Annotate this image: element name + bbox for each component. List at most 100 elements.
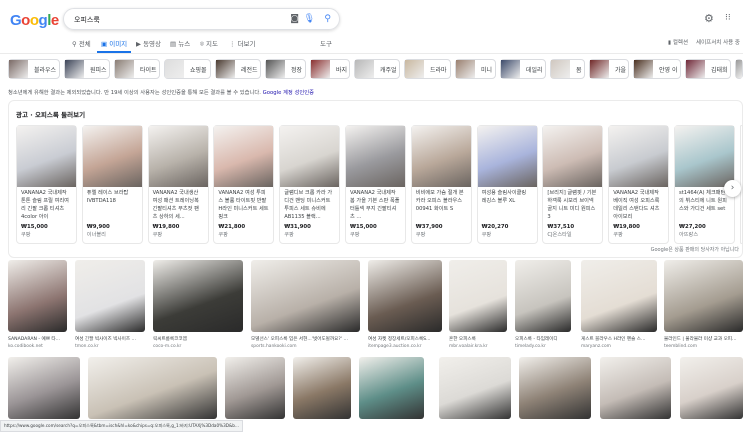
chip-thumbnail: [115, 60, 134, 78]
chip[interactable]: 블라우스: [8, 59, 60, 79]
safesearch-notice: 청소년에게 유해한 결과는 제외되었습니다. 만 19세 이상의 사용자는 성인…: [8, 88, 314, 96]
chip[interactable]: 봄: [550, 59, 585, 79]
image-caption[interactable]: SANADARAN - 예쁘 타...: [8, 336, 60, 342]
product-card[interactable]: 글램디브 크롭 카라 가디건 밴딩 미니스커트 투피스 세트 슈비에 AB113…: [279, 125, 341, 244]
product-card[interactable]: VANANA2 국내제작 톤톤 슬림 프릴 여리여리 긴팔 크롭 티셔츠 4co…: [16, 125, 77, 244]
image-result[interactable]: [251, 260, 360, 332]
chip-thumbnail: [311, 60, 330, 78]
chip[interactable]: 원피스: [64, 59, 110, 79]
product-card[interactable]: VANANA2 국내생산 여성 패션 트레이닝복 긴팔티셔츠 부츠컷 팬츠 상하…: [147, 125, 209, 244]
search-input[interactable]: 오피스룩 ◙ 🎙 ⚲: [63, 8, 340, 30]
image-result[interactable]: [293, 357, 351, 419]
image-result[interactable]: [88, 357, 217, 419]
header-divider: [0, 53, 743, 54]
image-result[interactable]: [581, 260, 657, 332]
tab-label: 더보기: [237, 40, 256, 48]
chip[interactable]: 정장: [265, 59, 306, 79]
chip-thumbnail: [686, 60, 705, 78]
image-source: itempage3.auction.co.kr: [368, 344, 422, 349]
chip[interactable]: [735, 59, 743, 79]
chip-thumbnail: [736, 60, 742, 78]
chip[interactable]: 캐주얼: [354, 59, 400, 79]
chip-label: 봄: [576, 66, 582, 74]
image-result[interactable]: [449, 260, 507, 332]
product-card[interactable]: 여성용 슬림사이클링 레깅스 블루 XL ₩20,270 쿠팡: [476, 125, 538, 244]
right-links: ▮ 컬렉션 세이프서치 사용 중: [668, 38, 740, 46]
chip[interactable]: 데일리: [500, 59, 546, 79]
product-image: [82, 126, 142, 187]
image-result[interactable]: [153, 260, 243, 332]
tab-maps[interactable]: ⌾ 지도: [200, 38, 218, 49]
image-caption[interactable]: 여성 긴팔 빅사이즈 빅사이즈 ...: [75, 336, 136, 342]
tab-all[interactable]: ⚲ 전체: [72, 38, 91, 48]
image-result[interactable]: [680, 357, 743, 419]
product-price: ₩9,900: [86, 224, 110, 230]
google-logo[interactable]: Google: [10, 12, 59, 29]
adult-verification-link[interactable]: Google 계정 성인인증: [263, 90, 314, 96]
search-icon[interactable]: ⚲: [324, 14, 331, 24]
camera-icon[interactable]: ◙: [290, 14, 299, 24]
product-card[interactable]: VANANA2 국내제작 봄 가을 기본 스판 폭폴 터틀넥 무지 긴팔티셔츠 …: [345, 125, 406, 244]
image-result[interactable]: [75, 260, 145, 332]
tab-images[interactable]: ▣ 이미지: [101, 38, 127, 48]
image-caption[interactable]: 릭씨트룸룩코코엠: [153, 336, 187, 342]
chip[interactable]: 바지: [310, 59, 350, 79]
chip[interactable]: 타이트: [114, 59, 160, 79]
image-caption[interactable]: 물라인드 | 물라물라 미샹 교과 오피...: [664, 336, 736, 342]
product-title: 글램디브 크롭 카라 가디건 밴딩 미니스커트 투피스 세트 슈비에 AB113…: [284, 190, 333, 220]
chip-label: 안영 이: [659, 66, 678, 74]
image-result[interactable]: [359, 357, 424, 419]
product-image: [543, 126, 603, 187]
product-card[interactable]: 비비에모 가슴 절개 본 카라 오피스 블라우스 00941 화이트 S ₩37,…: [410, 125, 472, 244]
microphone-icon[interactable]: 🎙: [304, 14, 315, 24]
product-seller: 쿠팡: [21, 232, 31, 238]
image-result[interactable]: [600, 357, 671, 419]
chip[interactable]: 안영 이: [633, 59, 681, 79]
product-price: ₩31,900: [284, 224, 311, 230]
product-title: VANANA2 국내생산 여성 패션 트레이닝복 긴팔티셔츠 부츠컷 팬츠 상하…: [152, 190, 199, 220]
image-caption[interactable]: 여성 자켓 정장세트/오피스룩S...: [368, 336, 430, 342]
image-caption[interactable]: 흔한 오피스룩: [449, 336, 476, 342]
product-card[interactable]: 퓨엘 레이스 브라탑 IVBTDA118 ₩9,900 이너블리: [81, 125, 143, 244]
chip[interactable]: 가을: [589, 59, 629, 79]
image-result[interactable]: [515, 260, 571, 332]
image-result[interactable]: [439, 357, 511, 419]
image-result[interactable]: [8, 260, 67, 332]
product-card[interactable]: VANANA2 여성 투피스 볼륨 타이트핏 반팔 H라인 미니스커트 세트 핑…: [213, 125, 275, 244]
collections-link[interactable]: ▮ 컬렉션: [668, 38, 688, 46]
tab-videos[interactable]: ▶ 동영상: [136, 38, 161, 48]
image-result[interactable]: [664, 260, 743, 332]
chip-label: 캐주얼: [380, 66, 397, 74]
chip[interactable]: 김태희: [685, 59, 731, 79]
chip[interactable]: 쇼핑몰: [164, 59, 211, 79]
product-seller: 쿠팡: [152, 232, 163, 238]
product-image: [675, 126, 734, 187]
image-result[interactable]: [8, 357, 80, 419]
product-card[interactable]: [브리지] 글램핏 / 기본 하객룩 시보리 브이넥 골지 니트 미디 원피스 …: [542, 125, 604, 244]
tab-more[interactable]: ⋮ 더보기: [229, 38, 256, 48]
product-title: VANANA2 국내제작 봄 가을 기본 스판 폭폴 터틀넥 무지 긴팔티셔츠 …: [350, 190, 400, 220]
image-caption[interactable]: 게스트 블라우스 H라인 펜슬 스...: [581, 336, 645, 342]
chip[interactable]: 레전드: [215, 59, 261, 79]
image-result[interactable]: [368, 260, 442, 332]
chip-label: 레전드: [241, 66, 258, 74]
tab-label: 뉴스: [178, 40, 191, 48]
chip[interactable]: 드라마: [404, 59, 451, 79]
product-card[interactable]: VANANA2 국내제작 베이직 여성 오피스룩 데일리 스탠다드 셔츠 아이보…: [608, 125, 670, 244]
tab-news[interactable]: ▤ 뉴스: [170, 38, 190, 48]
image-caption[interactable]: 모델선스' 오피스룩 입은 서현...'벗어도될까요?' ...: [251, 336, 348, 342]
product-image: [346, 126, 405, 187]
chip[interactable]: 미니: [455, 59, 496, 79]
product-title: [브리지] 글램핏 / 기본 하객룩 시보리 브이넥 골지 니트 미디 원피스 …: [547, 190, 597, 220]
tools-button[interactable]: 도구: [320, 38, 332, 48]
settings-gear-icon[interactable]: ⚙: [704, 12, 714, 25]
image-result[interactable]: [225, 357, 285, 419]
chip-label: 쇼핑몰: [190, 66, 207, 74]
safesearch-link[interactable]: 세이프서치 사용 중: [696, 38, 740, 46]
tab-label: 전체: [78, 40, 91, 48]
image-result[interactable]: [519, 357, 591, 419]
carousel-next-button[interactable]: ›: [724, 180, 741, 197]
product-seller: 쿠팡: [284, 232, 294, 238]
apps-grid-icon[interactable]: ⁝⁝: [725, 13, 731, 23]
image-caption[interactable]: 오피스룩 - 타임레이디: [515, 336, 558, 342]
